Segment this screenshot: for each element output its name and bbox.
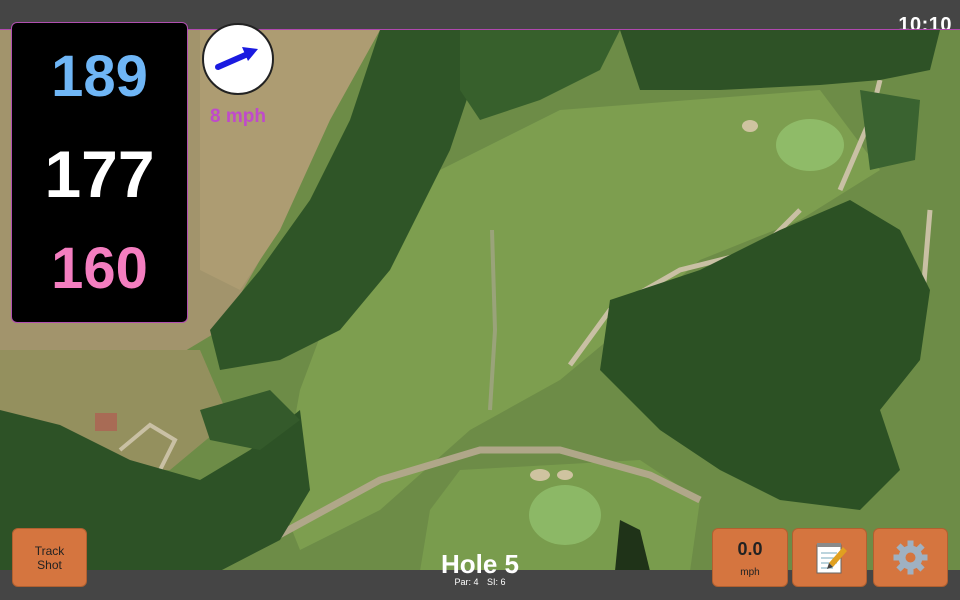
track-shot-label-line1: Track [34, 543, 65, 558]
back-distance: 189 [51, 44, 148, 109]
wind-speed: 8 mph [210, 106, 266, 127]
speed-unit: mph [740, 567, 760, 578]
notepad-icon [816, 543, 847, 574]
wind-indicator [202, 23, 274, 95]
settings-button[interactable] [873, 528, 948, 587]
speed-button[interactable]: 0.0 mph [712, 528, 788, 587]
hole-info: Par: 4 SI: 6 [380, 577, 580, 587]
hole-par: Par: 4 [454, 577, 479, 587]
hole-title: Hole 5 [440, 549, 520, 579]
front-distance: 160 [51, 236, 148, 301]
middle-distance: 177 [44, 137, 155, 211]
notes-button[interactable] [792, 528, 867, 587]
track-shot-button[interactable]: Track Shot [12, 528, 87, 587]
arrow-icon [215, 47, 258, 70]
gear-icon [893, 540, 928, 575]
track-shot-label-line2: Shot [37, 557, 62, 572]
speed-value: 0.0 [737, 539, 763, 559]
hole-stroke-index: SI: 6 [487, 577, 506, 587]
distance-panel: 189 177 160 [11, 22, 188, 323]
